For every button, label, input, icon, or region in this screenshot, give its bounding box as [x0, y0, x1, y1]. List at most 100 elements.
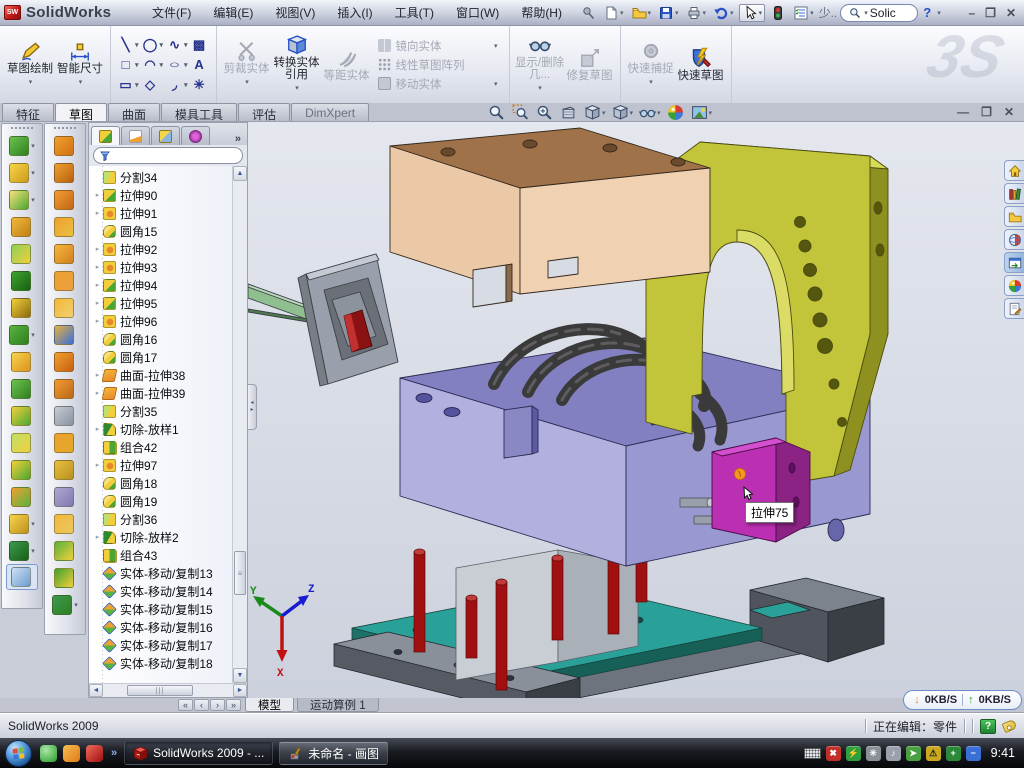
scrollbar-thumb[interactable]: |||: [127, 685, 193, 696]
expand-arrow-icon[interactable]: ▸: [93, 281, 102, 289]
security-shield-icon[interactable]: ⚡: [846, 746, 861, 761]
reference-geometry-icon[interactable]: ▾: [2, 510, 42, 537]
solidworks-resources-tab[interactable]: [1004, 160, 1024, 181]
text-icon[interactable]: A: [192, 57, 209, 72]
command-tab[interactable]: 草图: [55, 103, 107, 121]
tree-item[interactable]: ▸ 拉伸92: [89, 240, 232, 258]
tree-item[interactable]: ▸ 拉伸90: [89, 186, 232, 204]
tree-item[interactable]: 圆角16: [89, 330, 232, 348]
spline-icon[interactable]: ∿ ▾: [167, 37, 188, 53]
parting-line-icon[interactable]: [45, 267, 85, 294]
swept-boss-icon[interactable]: [2, 213, 42, 240]
hole-wizard-icon[interactable]: [2, 294, 42, 321]
line-icon[interactable]: ╲ ▾: [118, 37, 139, 53]
expand-arrow-icon[interactable]: ▸: [93, 533, 102, 541]
sprue-bushing-part[interactable]: [248, 254, 398, 386]
fillet-icon[interactable]: ▾: [2, 186, 42, 213]
expand-arrow-icon[interactable]: ▸: [93, 299, 102, 307]
command-tab[interactable]: 模具工具: [161, 103, 237, 121]
expand-arrow-icon[interactable]: ▸: [93, 245, 102, 253]
expand-arrow-icon[interactable]: ▸: [93, 209, 102, 217]
sheet-nav-button[interactable]: «: [178, 699, 193, 711]
trim-surface-icon[interactable]: [45, 186, 85, 213]
sheet-nav-button[interactable]: ›: [210, 699, 225, 711]
tree-item[interactable]: 圆角15: [89, 222, 232, 240]
scroll-up-icon[interactable]: ▲: [233, 166, 247, 181]
tree-item[interactable]: 组合42: [89, 438, 232, 456]
quick-tips-button[interactable]: ?: [980, 719, 996, 734]
tree-item[interactable]: 实体-移动/复制13: [89, 564, 232, 582]
circle-icon[interactable]: ◯ ▾: [143, 37, 164, 53]
toolbar-overflow-label[interactable]: 少..: [819, 4, 838, 21]
expand-arrow-icon[interactable]: ▸: [93, 389, 102, 397]
pin-icon[interactable]: [578, 4, 598, 22]
tree-item[interactable]: ▸ 拉伸97: [89, 456, 232, 474]
configuration-manager-tab[interactable]: [151, 126, 180, 145]
tree-item[interactable]: ▸ 拉伸94: [89, 276, 232, 294]
document-tab[interactable]: 模型: [245, 698, 294, 712]
view-orientation-icon[interactable]: ▾: [584, 104, 606, 121]
scroll-left-icon[interactable]: ◄: [89, 684, 103, 697]
help-button[interactable]: ?: [921, 5, 933, 20]
sheet-nav-button[interactable]: »: [226, 699, 241, 711]
zoom-to-fit-icon[interactable]: [488, 104, 506, 121]
panel-overflow-chevron-icon[interactable]: »: [231, 133, 245, 145]
selection-box-icon[interactable]: ▩: [192, 37, 209, 53]
rebuild-button[interactable]: [768, 4, 788, 22]
menu-item[interactable]: 编辑(E): [203, 1, 263, 24]
lofted-boss-icon[interactable]: [2, 240, 42, 267]
offset-entities-button[interactable]: 等距实体: [322, 47, 372, 82]
mirror-entities-button[interactable]: 镜向实体▾: [378, 38, 498, 54]
keyboard-icon[interactable]: [804, 748, 821, 759]
core-icon[interactable]: [45, 375, 85, 402]
expand-arrow-icon[interactable]: ▸: [93, 461, 102, 469]
network-warning-icon[interactable]: ⚠: [926, 746, 941, 761]
split-icon[interactable]: [2, 429, 42, 456]
undo-button[interactable]: ▾: [711, 4, 736, 22]
knit-surface-icon[interactable]: [45, 537, 85, 564]
custom-properties-tab[interactable]: [1004, 298, 1024, 319]
rib-icon[interactable]: [2, 348, 42, 375]
feature-manager-tab[interactable]: [91, 126, 120, 145]
tree-item[interactable]: ▸ 拉伸96: [89, 312, 232, 330]
sketch-button[interactable]: 草图绘制▾: [5, 40, 55, 89]
cavity-icon[interactable]: [45, 402, 85, 429]
menu-item[interactable]: 工具(T): [385, 1, 444, 24]
zoom-in-out-icon[interactable]: [536, 104, 554, 121]
menu-item[interactable]: 帮助(H): [511, 1, 572, 24]
document-tab[interactable]: 运动算例 1: [297, 698, 379, 712]
command-tab[interactable]: 特征: [2, 103, 54, 121]
tree-item[interactable]: 圆角18: [89, 474, 232, 492]
ruled-surface-icon[interactable]: [45, 510, 85, 537]
tree-item[interactable]: 分割36: [89, 510, 232, 528]
menu-item[interactable]: 视图(V): [265, 1, 325, 24]
section-view-icon[interactable]: [560, 104, 578, 121]
command-tab[interactable]: 评估: [238, 103, 290, 121]
tree-item[interactable]: 组合43: [89, 546, 232, 564]
doc-close-button[interactable]: ✕: [1004, 105, 1014, 119]
trim-entities-button[interactable]: 剪裁实体▾: [222, 40, 272, 89]
tree-item[interactable]: ▸ 拉伸91: [89, 204, 232, 222]
tag-icon[interactable]: [1002, 719, 1018, 733]
point-icon[interactable]: ✳: [192, 77, 209, 93]
display-delete-relations-button[interactable]: 显示/删除几...▾: [515, 34, 565, 95]
taskbar-button[interactable]: SolidWorks 2009 - ...: [124, 741, 273, 765]
draft-analysis-icon[interactable]: [45, 213, 85, 240]
combine-icon[interactable]: [2, 456, 42, 483]
linear-sketch-pattern-button[interactable]: 线性草图阵列: [378, 57, 498, 73]
freeform-icon[interactable]: [45, 564, 85, 591]
straight-slot-icon[interactable]: ▭ ▾: [118, 77, 139, 93]
open-file-button[interactable]: ▾: [629, 4, 654, 22]
doc-minimize-button[interactable]: —: [957, 105, 969, 119]
sheet-nav-button[interactable]: ‹: [194, 699, 209, 711]
menu-item[interactable]: 窗口(W): [446, 1, 509, 24]
apply-scene-icon[interactable]: ▾: [691, 104, 713, 121]
quick-launch-messenger-icon[interactable]: [40, 745, 57, 762]
curve-tool-icon[interactable]: ▾: [45, 591, 85, 618]
undercut-analysis-icon[interactable]: [45, 240, 85, 267]
tree-item[interactable]: ▸ 拉伸93: [89, 258, 232, 276]
scroll-right-icon[interactable]: ►: [233, 684, 247, 697]
extruded-boss-icon[interactable]: ▾: [2, 132, 42, 159]
tree-item[interactable]: 圆角19: [89, 492, 232, 510]
tree-filter-input[interactable]: [93, 147, 243, 164]
